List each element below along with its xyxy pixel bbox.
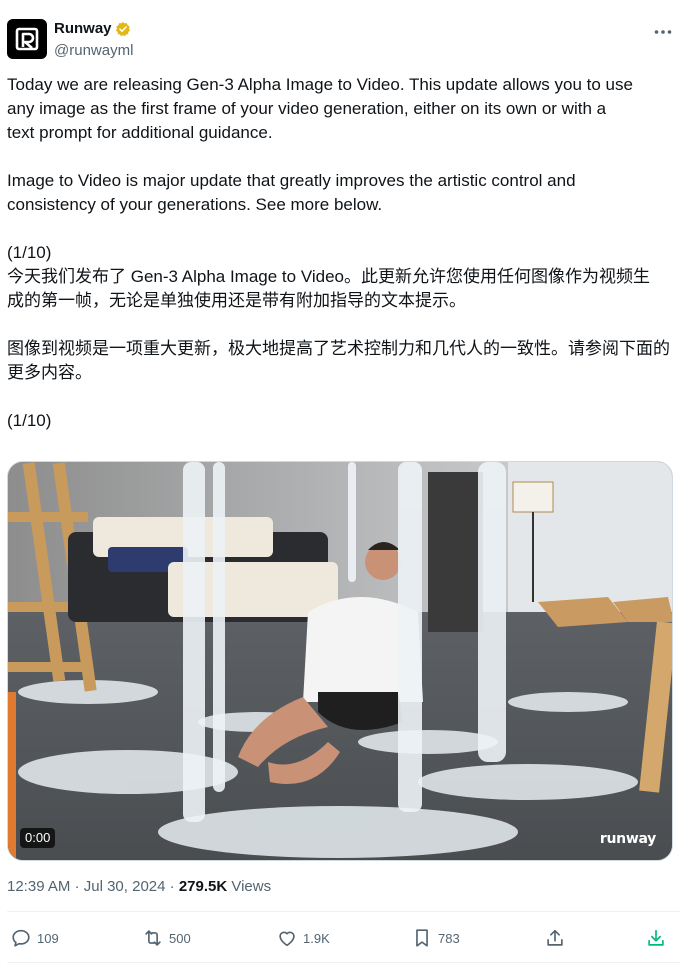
repost-count: 500 [169,930,191,946]
views-label: Views [231,878,272,895]
bookmark-icon [416,929,428,947]
runway-logo-icon [15,27,39,51]
heart-icon [279,931,295,947]
like-count: 1.9K [303,930,330,946]
tweet-time[interactable]: 12:39 AM [7,878,70,895]
reply-icon [12,929,30,947]
reply-count: 109 [37,930,59,946]
video-player[interactable]: 0:00 runway [7,461,673,861]
repost-button[interactable]: 500 [142,924,191,952]
runway-watermark: runway [599,831,656,847]
verified-badge-icon [115,22,130,37]
tweet-text: Today we are releasing Gen-3 Alpha Image… [7,73,677,433]
download-icon [648,929,664,946]
repost-icon [145,930,161,946]
views-count: 279.5K [178,878,228,895]
tweet-card: Runway @runwayml Today we are releasing … [0,0,687,971]
tweet-paragraph: (1/10) 今天我们发布了 Gen-3 Alpha Image to Vide… [7,243,651,310]
bookmark-button[interactable]: 783 [411,924,460,952]
divider [7,911,680,912]
bookmark-count: 783 [438,930,460,946]
tweet-meta: 12:39 AM · Jul 30, 2024 · 279.5K Views [7,877,271,897]
tweet-paragraph: Today we are releasing Gen-3 Alpha Image… [7,75,633,142]
like-button[interactable]: 1.9K [276,924,330,952]
action-bar: 109 500 1.9K 783 [0,924,687,952]
more-options-button[interactable] [653,22,673,42]
share-icon [547,929,563,946]
tweet-date[interactable]: Jul 30, 2024 [84,878,166,895]
more-dots-icon [654,30,672,34]
author-names: Runway @runwayml [54,20,133,61]
avatar[interactable] [7,19,47,59]
author-display-name[interactable]: Runway [54,20,112,38]
reply-button[interactable]: 109 [10,924,59,952]
video-time-badge: 0:00 [20,828,56,848]
divider [7,962,680,963]
meta-separator: · [74,878,80,895]
tweet-header: Runway @runwayml [7,14,673,64]
tweet-paragraph: (1/10) [7,411,52,430]
tweet-paragraph: Image to Video is major update that grea… [7,171,576,214]
meta-separator: · [169,878,175,895]
author-handle[interactable]: @runwayml [54,41,133,61]
video-frame-image [8,462,672,860]
share-button[interactable] [544,924,566,952]
download-button[interactable] [645,924,667,952]
tweet-paragraph: 图像到视频是一项重大更新，极大地提高了艺术控制力和几代人的一致性。请参阅下面的 … [7,339,670,382]
